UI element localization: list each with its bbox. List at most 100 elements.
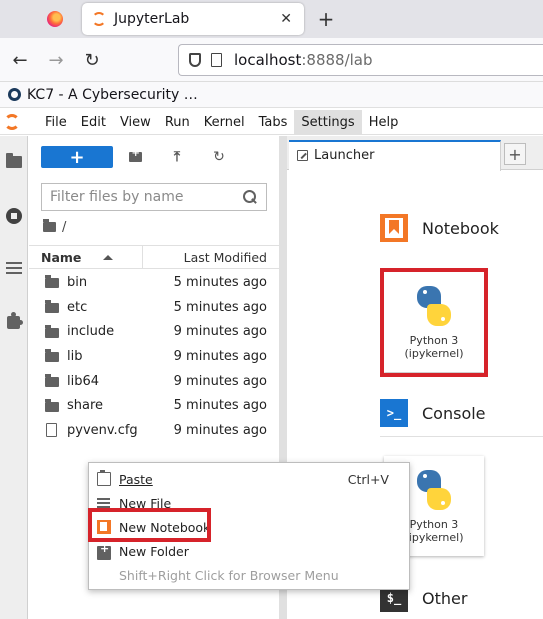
console-kernel-label: Python 3 (ipykernel) — [404, 518, 463, 544]
menu-hint-label: Shift+Right Click for Browser Menu — [119, 567, 339, 583]
page-info-icon[interactable] — [211, 53, 222, 67]
file-row-include[interactable]: include 9 minutes ago — [29, 319, 279, 344]
running-kernels-stop-icon[interactable] — [4, 206, 24, 226]
section-divider — [380, 436, 543, 437]
new-folder-icon[interactable]: + — [126, 148, 144, 166]
file-row-bin[interactable]: bin 5 minutes ago — [29, 270, 279, 295]
file-list: bin 5 minutes ago etc 5 minutes ago incl… — [29, 270, 279, 443]
file-name: lib — [67, 348, 83, 364]
folder-icon — [45, 324, 59, 338]
folder-icon — [45, 275, 59, 289]
bookmarks-bar: KC7 - A Cybersecurity … — [0, 82, 543, 108]
console-kernel-line2: (ipykernel) — [404, 531, 464, 544]
url-path: :8888/lab — [301, 51, 373, 69]
file-row-lib[interactable]: lib 9 minutes ago — [29, 344, 279, 369]
other-section-title: Other — [422, 588, 468, 608]
menu-item-paste-label: Paste — [119, 471, 153, 487]
file-browser-folder-icon[interactable] — [4, 152, 24, 172]
file-browser-toolbar: + + ⤒ ↻ — [29, 136, 279, 178]
file-row-pyvenv-cfg[interactable]: pyvenv.cfg 9 minutes ago — [29, 418, 279, 443]
folder-icon — [45, 349, 59, 363]
launcher-icon — [297, 150, 308, 161]
file-filter-field[interactable] — [41, 183, 267, 211]
menu-item-new-folder-label: New Folder — [119, 543, 189, 559]
header-modified-column[interactable]: Last Modified — [143, 250, 279, 265]
close-tab-icon[interactable]: ✕ — [280, 11, 292, 27]
console-section-header: >_ Console — [380, 399, 486, 427]
file-modified: 9 minutes ago — [173, 324, 267, 340]
file-list-header: Name Last Modified — [29, 245, 279, 269]
url-host: localhost — [234, 51, 302, 69]
file-filter-input[interactable] — [50, 189, 240, 205]
new-tab-button[interactable]: + — [312, 3, 340, 35]
jupyter-favicon-icon — [92, 12, 106, 26]
search-icon — [240, 187, 260, 207]
breadcrumb: / — [43, 219, 66, 235]
folder-icon — [45, 300, 59, 314]
file-row-lib64[interactable]: lib64 9 minutes ago — [29, 369, 279, 394]
jupyter-logo-icon — [4, 114, 20, 130]
console-section-title: Console — [422, 403, 486, 423]
shield-icon[interactable] — [189, 53, 201, 67]
file-row-share[interactable]: share 5 minutes ago — [29, 393, 279, 418]
upload-icon[interactable]: ⤒ — [168, 148, 186, 166]
kc7-bookmark-icon — [8, 88, 21, 101]
python-logo-icon — [411, 468, 457, 514]
menu-view[interactable]: View — [113, 110, 158, 135]
console-icon: >_ — [380, 399, 408, 427]
reload-icon[interactable]: ↻ — [80, 48, 104, 72]
file-name: etc — [67, 299, 88, 315]
refresh-icon[interactable]: ↻ — [210, 148, 228, 166]
menu-file[interactable]: File — [38, 110, 74, 135]
add-launcher-button[interactable]: + — [504, 143, 526, 165]
new-folder-icon — [97, 542, 111, 560]
header-name-column[interactable]: Name — [29, 245, 143, 269]
url-bar[interactable]: localhost:8888/lab — [178, 44, 543, 76]
menu-item-new-folder[interactable]: New Folder — [89, 539, 411, 563]
menu-edit[interactable]: Edit — [74, 110, 113, 135]
menu-hint-browser-menu: Shift+Right Click for Browser Menu — [89, 563, 411, 587]
document-tab-bar: Launcher + — [287, 136, 543, 171]
notebook-icon — [380, 214, 408, 242]
back-arrow-icon[interactable]: ← — [8, 48, 32, 72]
new-notebook-highlight — [88, 508, 211, 542]
menu-tabs[interactable]: Tabs — [252, 110, 295, 135]
firefox-icon — [47, 11, 63, 27]
menu-help[interactable]: Help — [362, 110, 406, 135]
file-modified: 5 minutes ago — [173, 274, 267, 290]
browser-tab-jupyterlab[interactable]: JupyterLab ✕ — [82, 3, 304, 35]
file-modified: 9 minutes ago — [173, 373, 267, 389]
file-icon — [46, 423, 57, 438]
new-launcher-button[interactable]: + — [41, 146, 113, 168]
browser-tab-title: JupyterLab — [114, 11, 190, 27]
menu-kernel[interactable]: Kernel — [197, 110, 252, 135]
menu-item-paste[interactable]: Paste Ctrl+V — [89, 467, 411, 491]
breadcrumb-root[interactable]: / — [62, 220, 66, 235]
sort-ascending-icon — [103, 254, 114, 260]
table-of-contents-list-icon[interactable] — [4, 258, 24, 278]
bookmark-kc7[interactable]: KC7 - A Cybersecurity … — [27, 87, 198, 103]
forward-arrow-icon[interactable]: → — [44, 48, 68, 72]
file-name: pyvenv.cfg — [67, 422, 138, 438]
file-modified: 5 minutes ago — [173, 398, 267, 414]
notebook-card-highlight — [380, 268, 488, 377]
tab-launcher[interactable]: Launcher — [289, 140, 501, 171]
breadcrumb-folder-icon[interactable] — [43, 219, 56, 232]
paste-shortcut: Ctrl+V — [347, 471, 389, 487]
file-row-etc[interactable]: etc 5 minutes ago — [29, 295, 279, 320]
file-name: include — [67, 324, 115, 340]
file-modified: 5 minutes ago — [173, 299, 267, 315]
paste-icon — [97, 470, 111, 486]
firefox-tab[interactable] — [30, 2, 80, 36]
menu-settings[interactable]: Settings — [294, 109, 362, 135]
browser-nav-bar: ← → ↻ localhost:8888/lab — [0, 38, 543, 82]
tab-launcher-label: Launcher — [314, 148, 375, 163]
file-modified: 9 minutes ago — [173, 422, 267, 438]
extensions-puzzle-icon[interactable] — [4, 312, 24, 332]
console-kernel-line1: Python 3 — [409, 518, 459, 531]
menu-run[interactable]: Run — [158, 110, 197, 135]
file-name: lib64 — [67, 373, 100, 389]
browser-tab-bar: JupyterLab ✕ + — [0, 0, 543, 38]
header-name-label: Name — [41, 249, 82, 265]
file-name: bin — [67, 274, 88, 290]
